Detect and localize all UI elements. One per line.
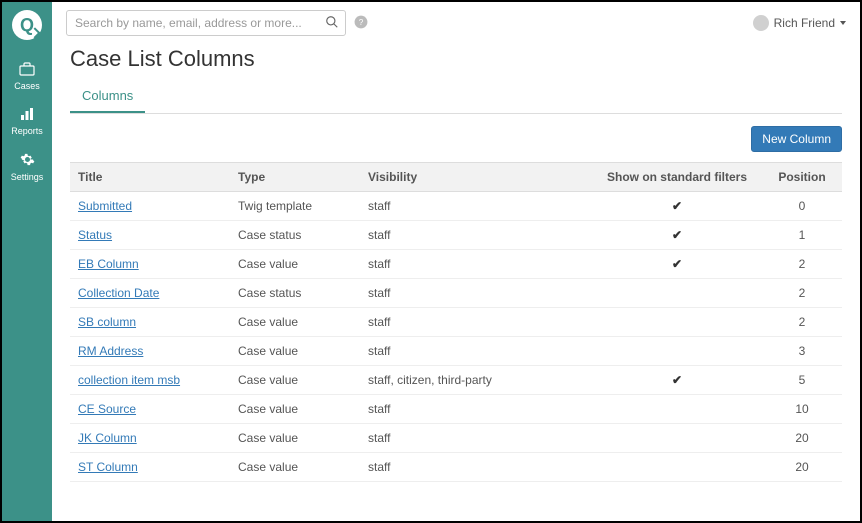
- new-column-button[interactable]: New Column: [751, 126, 842, 152]
- column-showfilter: ✔: [592, 221, 762, 250]
- column-type: Case value: [230, 395, 360, 424]
- chevron-down-icon: [840, 21, 846, 25]
- column-type: Case value: [230, 424, 360, 453]
- column-position: 3: [762, 337, 842, 366]
- app-logo[interactable]: Q: [12, 10, 42, 40]
- column-position: 1: [762, 221, 842, 250]
- column-title-link[interactable]: Submitted: [78, 199, 132, 213]
- column-title-link[interactable]: JK Column: [78, 431, 137, 445]
- sidebar-item-reports[interactable]: Reports: [2, 99, 52, 144]
- search-wrap: [66, 10, 346, 36]
- column-showfilter: [592, 308, 762, 337]
- help-icon[interactable]: ?: [354, 15, 368, 32]
- column-showfilter: [592, 337, 762, 366]
- table-row: Collection Date Case statusstaff 2: [70, 279, 842, 308]
- column-visibility: staff: [360, 192, 592, 221]
- sidebar: Q Cases Reports: [2, 2, 52, 521]
- check-icon: ✔: [672, 373, 682, 387]
- column-title-link[interactable]: EB Column: [78, 257, 139, 271]
- column-position: 0: [762, 192, 842, 221]
- column-title-link[interactable]: SB column: [78, 315, 136, 329]
- column-showfilter: [592, 395, 762, 424]
- table-row: RM Address Case valuestaff 3: [70, 337, 842, 366]
- column-type: Case value: [230, 453, 360, 482]
- column-showfilter: ✔: [592, 366, 762, 395]
- sidebar-item-label: Settings: [11, 172, 44, 182]
- column-title-link[interactable]: CE Source: [78, 402, 136, 416]
- table-row: Submitted Twig templatestaff ✔ 0: [70, 192, 842, 221]
- column-visibility: staff: [360, 424, 592, 453]
- col-header-showfilter[interactable]: Show on standard filters: [592, 163, 762, 192]
- column-position: 2: [762, 308, 842, 337]
- col-header-position[interactable]: Position: [762, 163, 842, 192]
- column-position: 2: [762, 250, 842, 279]
- table-row: SB column Case valuestaff 2: [70, 308, 842, 337]
- sidebar-item-cases[interactable]: Cases: [2, 54, 52, 99]
- table-header-row: Title Type Visibility Show on standard f…: [70, 163, 842, 192]
- user-menu[interactable]: Rich Friend: [753, 15, 846, 31]
- column-title-link[interactable]: Status: [78, 228, 112, 242]
- col-header-title[interactable]: Title: [70, 163, 230, 192]
- search-icon[interactable]: [325, 15, 339, 32]
- page-title: Case List Columns: [70, 46, 842, 72]
- column-showfilter: [592, 453, 762, 482]
- column-type: Case value: [230, 366, 360, 395]
- column-position: 2: [762, 279, 842, 308]
- col-header-type[interactable]: Type: [230, 163, 360, 192]
- sidebar-item-settings[interactable]: Settings: [2, 144, 52, 190]
- column-showfilter: [592, 279, 762, 308]
- sidebar-item-label: Reports: [11, 126, 43, 136]
- column-title-link[interactable]: ST Column: [78, 460, 138, 474]
- column-position: 10: [762, 395, 842, 424]
- column-type: Case value: [230, 308, 360, 337]
- search-input[interactable]: [66, 10, 346, 36]
- table-row: collection item msb Case valuestaff, citi…: [70, 366, 842, 395]
- column-title-link[interactable]: RM Address: [78, 344, 143, 358]
- column-position: 20: [762, 424, 842, 453]
- check-icon: ✔: [672, 228, 682, 242]
- bar-chart-icon: [19, 107, 35, 123]
- column-visibility: staff: [360, 308, 592, 337]
- toolbar: New Column: [70, 114, 842, 162]
- col-header-visibility[interactable]: Visibility: [360, 163, 592, 192]
- column-visibility: staff, citizen, third-party: [360, 366, 592, 395]
- table-row: ST Column Case valuestaff 20: [70, 453, 842, 482]
- user-name: Rich Friend: [774, 16, 835, 30]
- column-position: 20: [762, 453, 842, 482]
- sidebar-item-label: Cases: [14, 81, 40, 91]
- briefcase-icon: [19, 62, 35, 78]
- avatar-icon: [753, 15, 769, 31]
- column-type: Case value: [230, 250, 360, 279]
- column-position: 5: [762, 366, 842, 395]
- column-visibility: staff: [360, 250, 592, 279]
- svg-text:?: ?: [359, 17, 364, 26]
- column-type: Case value: [230, 337, 360, 366]
- columns-table: Title Type Visibility Show on standard f…: [70, 162, 842, 482]
- check-icon: ✔: [672, 199, 682, 213]
- column-visibility: staff: [360, 453, 592, 482]
- column-visibility: staff: [360, 337, 592, 366]
- column-showfilter: ✔: [592, 250, 762, 279]
- column-visibility: staff: [360, 221, 592, 250]
- tab-columns[interactable]: Columns: [70, 80, 145, 113]
- column-title-link[interactable]: collection item msb: [78, 373, 180, 387]
- table-row: CE Source Case valuestaff 10: [70, 395, 842, 424]
- main-area: ? Rich Friend Case List Columns Columns …: [52, 2, 860, 521]
- column-visibility: staff: [360, 279, 592, 308]
- column-type: Case status: [230, 221, 360, 250]
- check-icon: ✔: [672, 257, 682, 271]
- table-row: Status Case statusstaff ✔ 1: [70, 221, 842, 250]
- column-type: Case status: [230, 279, 360, 308]
- table-row: JK Column Case valuestaff 20: [70, 424, 842, 453]
- column-title-link[interactable]: Collection Date: [78, 286, 159, 300]
- tabs: Columns: [70, 80, 842, 114]
- table-row: EB Column Case valuestaff ✔ 2: [70, 250, 842, 279]
- gear-icon: [20, 152, 35, 169]
- column-showfilter: [592, 424, 762, 453]
- column-showfilter: ✔: [592, 192, 762, 221]
- topbar: ? Rich Friend: [52, 2, 860, 42]
- column-type: Twig template: [230, 192, 360, 221]
- column-visibility: staff: [360, 395, 592, 424]
